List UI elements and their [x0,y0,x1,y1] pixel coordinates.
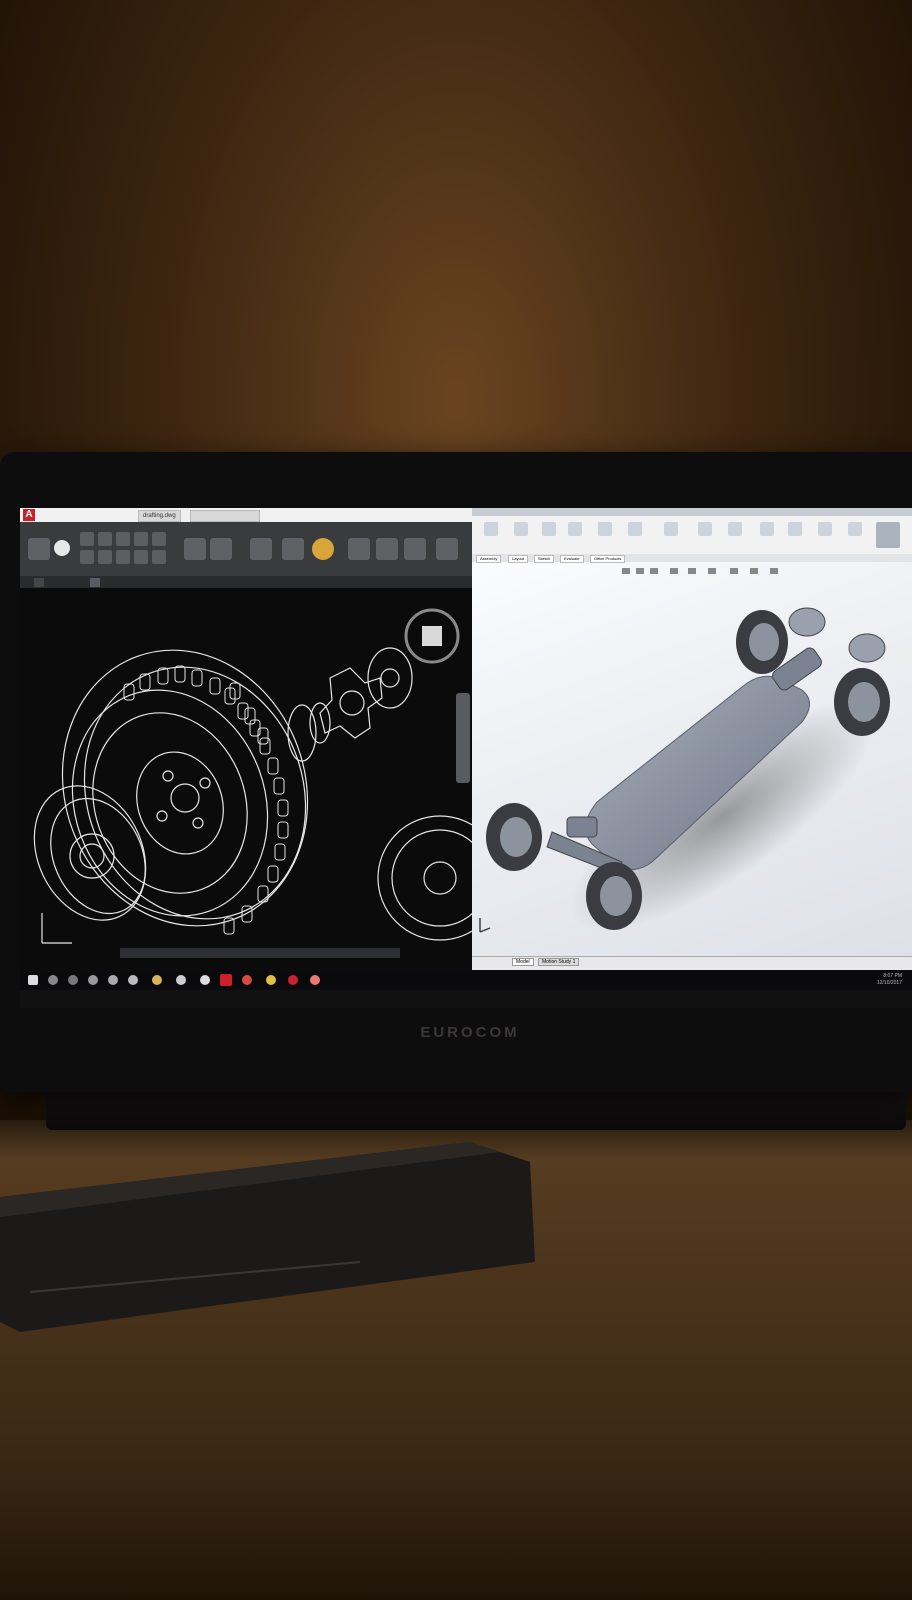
autocad-taskbar-icon[interactable] [220,974,232,986]
solidworks-window: Assembly Layout Sketch Evaluate Office P… [472,508,912,990]
mate-icon[interactable] [542,522,556,536]
explorer-icon[interactable] [108,975,118,985]
solidworks-tabs: Assembly Layout Sketch Evaluate Office P… [472,554,912,563]
app-icon-7[interactable] [310,975,320,985]
assembly-features-icon[interactable] [698,522,712,536]
properties-color-icon[interactable] [312,538,334,560]
trim-icon[interactable] [116,532,130,546]
exploded-view-icon[interactable] [818,522,832,536]
solidworks-graphics-area[interactable] [472,562,912,956]
solidworks-taskbar-icon[interactable] [242,975,252,985]
autocad-window: A drafting.dwg [20,508,478,990]
move-component-icon[interactable] [628,522,642,536]
heads-up-view-toolbar[interactable] [622,568,778,574]
navigation-bar[interactable] [456,693,470,783]
start-tab[interactable] [34,578,44,587]
windows-taskbar: 8:07 PM 12/10/2017 [20,970,912,990]
mirror-icon[interactable] [152,532,166,546]
app-icon-2[interactable] [152,975,162,985]
update-icon[interactable] [876,522,900,548]
tire-outline [61,649,309,927]
array-icon[interactable] [116,550,130,564]
app-icon-5[interactable] [266,975,276,985]
bill-of-materials-icon[interactable] [788,522,802,536]
clock-date: 12/10/2017 [876,980,902,986]
ucs-axis-icon [41,913,72,944]
wheel-front-right[interactable] [586,862,642,930]
axle-coupling [287,647,413,762]
clipboard-icon[interactable] [404,538,426,560]
solidworks-status-bar: Model Motion Study 1 [472,956,912,971]
scale-icon[interactable] [98,550,112,564]
coordinate-triad-icon [479,918,491,933]
wheel-rear-left[interactable] [736,610,788,674]
insert-block-icon[interactable] [282,538,304,560]
view-icon[interactable] [436,538,458,560]
copy-icon[interactable] [134,532,148,546]
solidworks-title-bar [472,508,912,516]
viewcube-icon[interactable] [404,608,460,664]
text-tool-icon[interactable] [184,538,206,560]
monitor-screen: A drafting.dwg Assembly Layout Sketch Ev… [20,508,912,1008]
autocad-drawing-tabs [20,576,478,588]
wheel-hub [136,751,224,855]
file-tab-2[interactable] [190,510,260,522]
monitor-brand-logo: EUROCOM [420,1024,520,1041]
tab-model[interactable]: Model [512,958,534,966]
reference-geometry-icon[interactable] [728,522,742,536]
wheel-rear-right[interactable] [834,668,890,736]
edit-component-icon[interactable] [484,522,498,536]
autocad-title-bar: A drafting.dwg [20,508,478,522]
move-icon[interactable] [80,532,94,546]
instant3d-icon[interactable] [848,522,862,536]
autocad-drawing-canvas[interactable] [20,588,478,948]
autocad-logo-icon[interactable]: A [23,509,35,521]
circle-tool-icon[interactable] [54,540,70,556]
erase-icon[interactable] [152,550,166,564]
tab-motion-study[interactable]: Motion Study 1 [538,958,580,966]
task-view-icon[interactable] [68,975,78,985]
new-motion-study-icon[interactable] [760,522,774,536]
app-icon-3[interactable] [176,975,186,985]
stretch-icon[interactable] [80,550,94,564]
clock-time: 8:07 PM [883,973,902,979]
linear-pattern-icon[interactable] [568,522,582,536]
layer-properties-icon[interactable] [250,538,272,560]
start-menu-icon[interactable] [28,975,38,985]
utilities-icon[interactable] [376,538,398,560]
file-tab[interactable]: drafting.dwg [138,510,181,522]
model-tab[interactable] [90,578,100,587]
smart-fasteners-icon[interactable] [598,522,612,536]
tire-tread-pattern [123,665,289,935]
search-icon[interactable] [48,975,58,985]
insert-components-icon[interactable] [514,522,528,536]
app-icon-6[interactable] [288,975,298,985]
autocad-ribbon [20,522,478,576]
settings-icon[interactable] [88,975,98,985]
solidworks-command-manager [472,516,912,555]
rotate-icon[interactable] [98,532,112,546]
groups-icon[interactable] [348,538,370,560]
dimension-icon[interactable] [210,538,232,560]
fillet-icon[interactable] [134,550,148,564]
app-icon-4[interactable] [200,975,210,985]
partial-rim [377,815,478,941]
system-clock[interactable]: 8:07 PM 12/10/2017 [877,973,902,987]
app-icon-1[interactable] [128,975,138,985]
wheel-front-left[interactable] [486,803,542,871]
laptop-on-desk [0,1142,535,1332]
line-tool-icon[interactable] [28,538,50,560]
show-hidden-icon[interactable] [664,522,678,536]
command-line[interactable] [120,948,400,958]
